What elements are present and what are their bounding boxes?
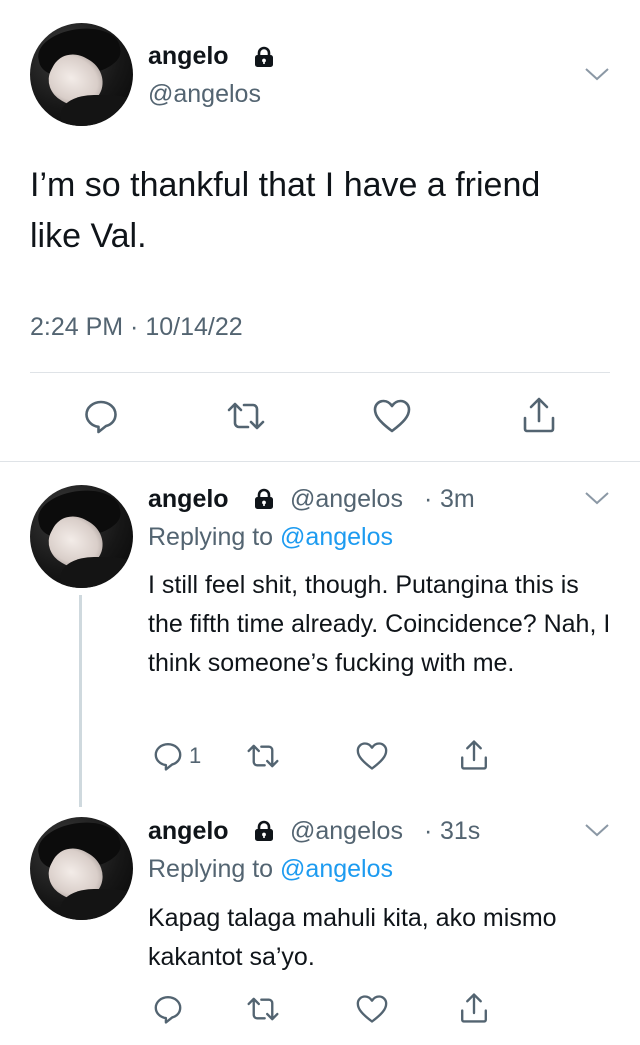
like-icon [356,742,388,770]
lock-icon [255,820,273,841]
author-name[interactable]: angelo [148,42,229,71]
share-button[interactable] [458,738,490,772]
lock-icon [255,46,273,67]
avatar[interactable] [30,817,133,920]
author-handle[interactable]: @angelos [290,485,403,514]
share-icon [461,993,487,1023]
like-icon [356,995,388,1023]
author-name[interactable]: angelo [148,485,229,514]
avatar[interactable] [30,23,133,126]
reply-time[interactable]: 3m [440,485,475,514]
share-icon [461,740,487,770]
author-handle[interactable]: @angelos [290,817,403,846]
like-button[interactable] [355,994,389,1024]
author-name[interactable]: angelo [148,817,229,846]
replying-to-label: Replying to [148,523,274,551]
lock-icon [255,488,273,509]
chevron-down-icon[interactable] [584,822,610,838]
retweet-icon [227,402,265,430]
retweet-button[interactable] [244,740,282,772]
reply-button[interactable] [152,993,184,1025]
share-button[interactable] [520,395,558,435]
reply-text: Kapag talaga mahuli kita, ako mismo kaka… [148,904,557,971]
reply-button[interactable]: 1 [152,740,201,772]
tweet-timestamp[interactable]: 2:24 PM · 10/14/22 [30,313,243,342]
divider [0,461,640,462]
chevron-down-icon[interactable] [584,490,610,506]
like-button[interactable] [372,398,412,434]
reply-icon [85,400,117,434]
replying-to-link[interactable]: @angelos [280,855,393,883]
reply-icon [154,996,182,1024]
reply-count: 1 [189,743,202,768]
separator-dot: · [424,817,433,845]
divider [30,372,610,373]
author-handle[interactable]: @angelos [148,80,261,109]
retweet-button[interactable] [244,993,282,1025]
tweet-text: I’m so thankful that I have a friend lik… [30,166,541,255]
like-button[interactable] [355,741,389,771]
retweet-icon [247,744,279,768]
reply-icon [154,743,182,771]
reply-button[interactable] [82,397,120,435]
separator-dot: · [424,485,433,513]
replying-to: Replying to @angelos [148,855,393,884]
share-button[interactable] [458,991,490,1025]
thread-line [79,595,82,807]
replying-to-label: Replying to [148,855,274,883]
retweet-button[interactable] [224,397,268,435]
avatar[interactable] [30,485,133,588]
like-icon [373,399,411,433]
replying-to: Replying to @angelos [148,523,393,552]
share-icon [523,397,555,433]
retweet-icon [247,997,279,1021]
reply-time[interactable]: 31s [440,817,480,846]
reply-text: I still feel shit, though. Putangina thi… [148,571,611,677]
replying-to-link[interactable]: @angelos [280,523,393,551]
chevron-down-icon[interactable] [584,66,610,82]
